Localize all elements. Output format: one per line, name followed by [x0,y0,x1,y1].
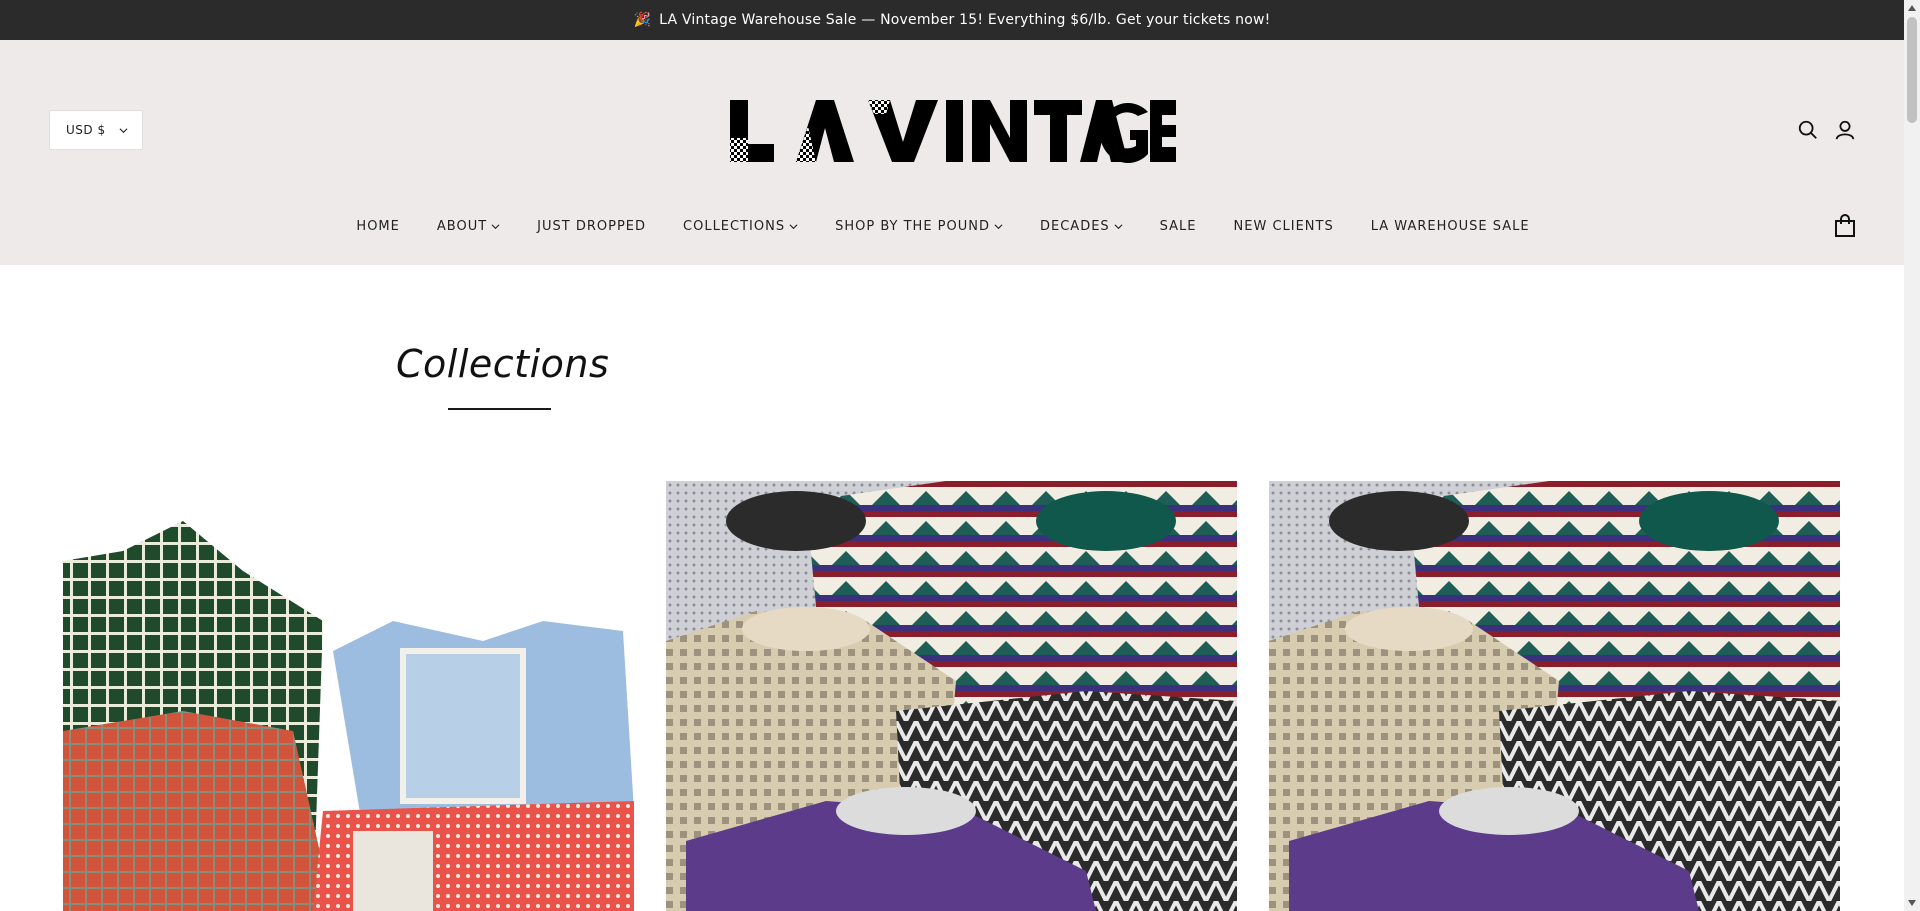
scroll-down-arrow-icon[interactable] [1904,895,1920,911]
nav-item-collections[interactable]: COLLECTIONS [683,219,798,234]
announcement-text[interactable]: LA Vintage Warehouse Sale — November 15!… [659,12,1270,28]
currency-label: USD $ [66,123,106,137]
collection-tile[interactable] [1269,481,1840,911]
site-header: USD $ HOME ABOUT JUST DROPPED COLLECTION… [0,40,1904,265]
scrollbar-thumb[interactable] [1907,17,1917,123]
collection-tile[interactable] [63,481,634,911]
chevron-down-icon [1114,223,1123,229]
party-popper-icon: 🎉 [633,12,652,28]
title-divider [448,408,551,410]
vintage-shirts-image [63,481,634,911]
cart-icon[interactable] [1834,214,1856,238]
nav-item-sale[interactable]: SALE [1160,219,1197,234]
collection-tile[interactable] [666,481,1237,911]
nav-item-just-dropped[interactable]: JUST DROPPED [537,219,646,234]
nav-item-home[interactable]: HOME [356,219,399,234]
nav-item-la-warehouse-sale[interactable]: LA WAREHOUSE SALE [1371,219,1530,234]
chevron-down-icon [491,223,500,229]
nav-item-shop-by-the-pound[interactable]: SHOP BY THE POUND [835,219,1003,234]
site-logo[interactable] [728,98,1178,166]
scroll-up-arrow-icon[interactable] [1904,0,1920,16]
logo-image [730,100,1176,163]
page-scrollbar[interactable] [1904,0,1920,911]
main-navigation: HOME ABOUT JUST DROPPED COLLECTIONS SHOP… [0,210,1904,242]
chevron-down-icon [994,223,1003,229]
vintage-sweaters-image [666,481,1237,911]
currency-selector[interactable]: USD $ [49,110,143,150]
page-title: Collections [396,342,610,386]
vintage-sweaters-image [1269,481,1840,911]
nav-item-decades[interactable]: DECADES [1040,219,1123,234]
chevron-down-icon [789,223,798,229]
announcement-bar[interactable]: 🎉 LA Vintage Warehouse Sale — November 1… [0,0,1904,40]
chevron-down-icon [119,127,128,133]
account-icon[interactable] [1833,118,1857,142]
search-icon[interactable] [1796,118,1820,142]
header-icons [1796,118,1857,142]
nav-item-new-clients[interactable]: NEW CLIENTS [1234,219,1334,234]
nav-item-about[interactable]: ABOUT [437,219,500,234]
